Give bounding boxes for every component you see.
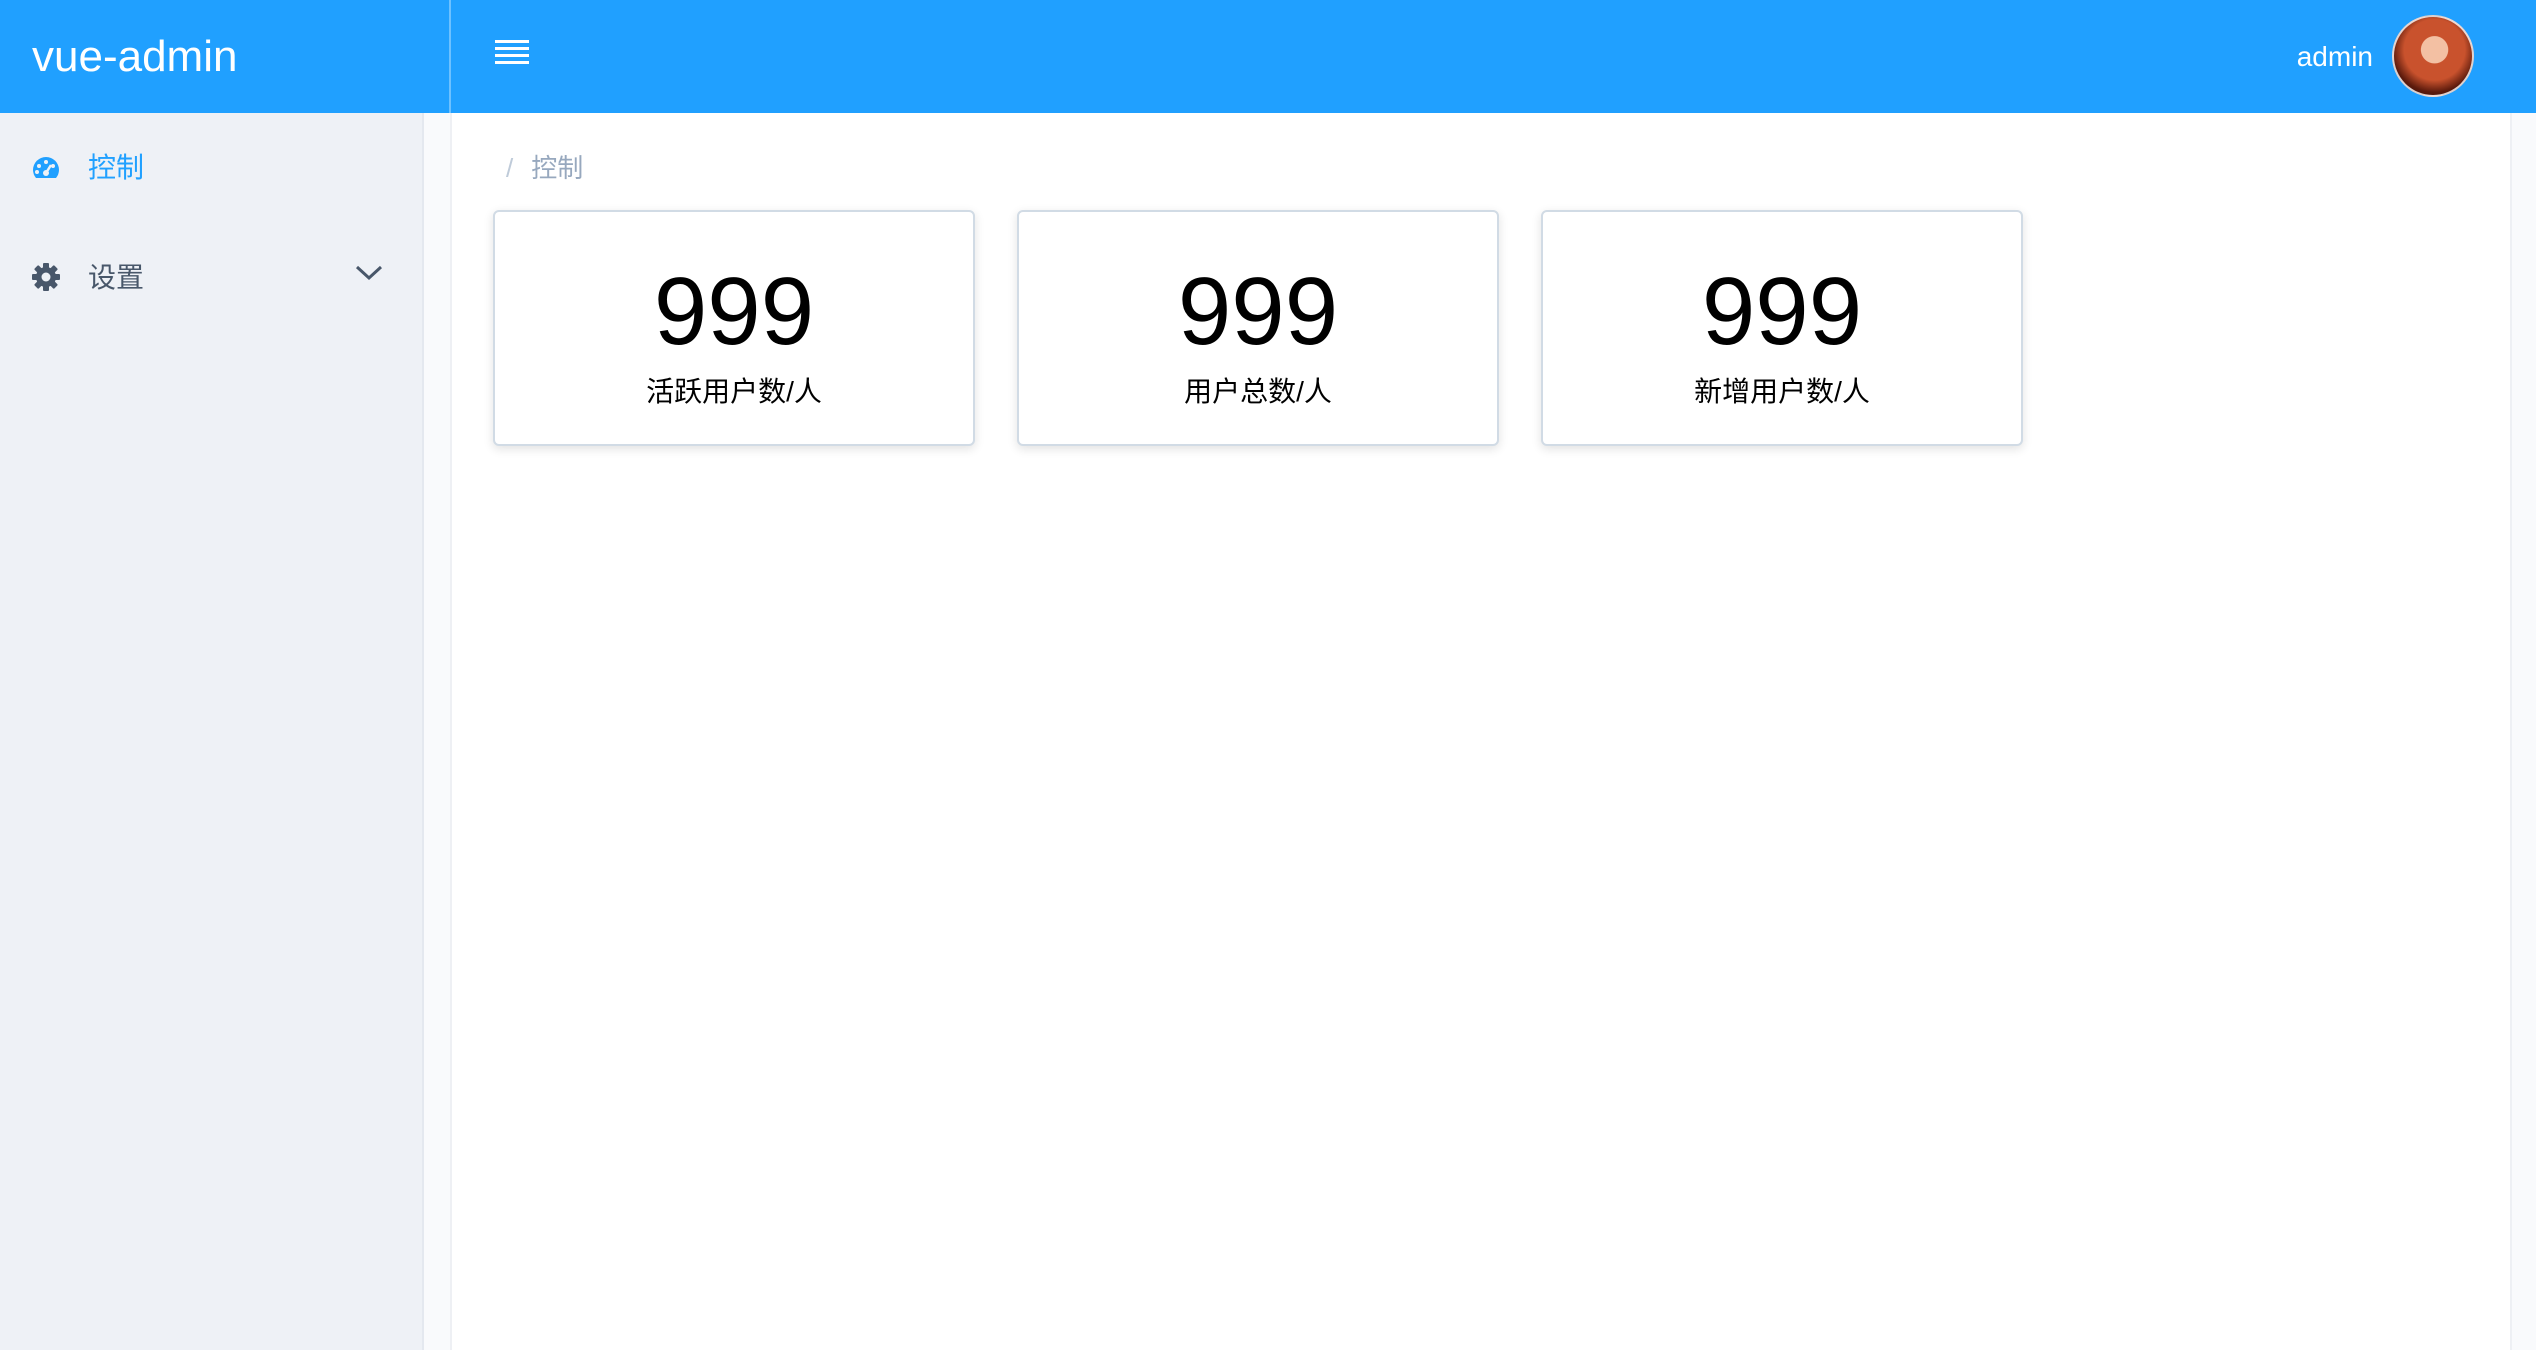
app-brand[interactable]: vue-admin: [0, 0, 451, 113]
sidebar-item-label: 控制: [88, 152, 145, 183]
sidebar-item-settings[interactable]: 设置: [0, 223, 424, 333]
top-header: vue-admin admin: [0, 0, 2536, 113]
avatar[interactable]: [2392, 15, 2474, 97]
scrollbar-track[interactable]: [2510, 113, 2536, 1350]
stat-value: 999: [653, 258, 815, 365]
stat-label: 活跃用户数/人: [646, 376, 822, 407]
breadcrumb-current: 控制: [531, 153, 584, 183]
gear-icon: [32, 263, 60, 291]
breadcrumb: / 控制: [506, 148, 583, 185]
stat-card-active-users: 999 活跃用户数/人: [493, 210, 975, 446]
stat-label: 新增用户数/人: [1694, 376, 1870, 407]
sidebar-item-dashboard[interactable]: 控制: [0, 113, 424, 223]
stat-label: 用户总数/人: [1184, 376, 1332, 407]
stat-value: 999: [1701, 258, 1863, 365]
stat-value: 999: [1177, 258, 1339, 365]
username[interactable]: admin: [2297, 0, 2373, 113]
sidebar: 控制 设置: [0, 113, 424, 1350]
content-gutter: [424, 113, 452, 1350]
stat-card-new-users: 999 新增用户数/人: [1541, 210, 2023, 446]
breadcrumb-separator: /: [506, 153, 514, 183]
sidebar-item-label: 设置: [88, 262, 145, 293]
dashboard-icon: [33, 157, 59, 178]
hamburger-icon[interactable]: [495, 40, 529, 68]
chevron-down-icon[interactable]: [354, 263, 384, 283]
stat-card-total-users: 999 用户总数/人: [1017, 210, 1499, 446]
